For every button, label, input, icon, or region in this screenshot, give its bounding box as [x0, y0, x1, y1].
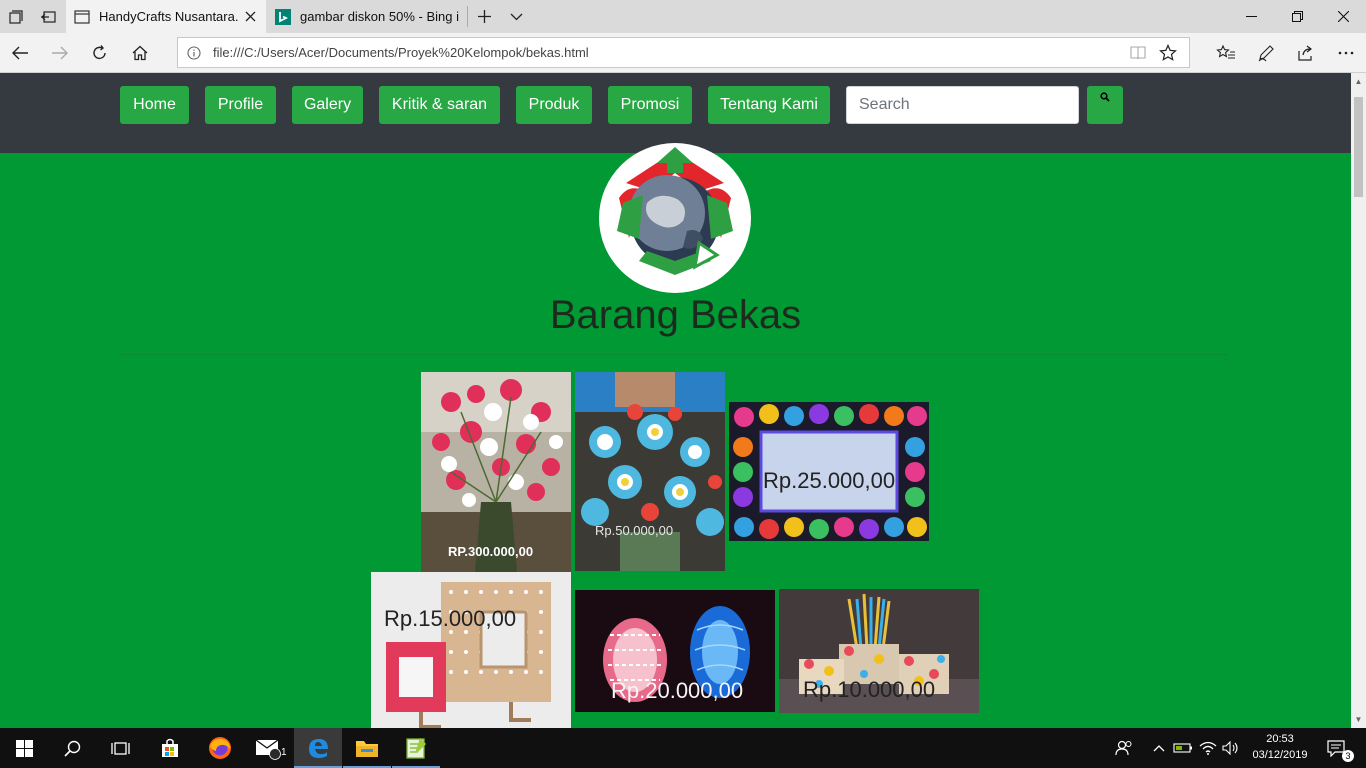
set-tabs-aside-icon[interactable]: [32, 0, 64, 33]
scroll-up-icon[interactable]: ▲: [1354, 77, 1363, 86]
volume-icon[interactable]: [1220, 728, 1242, 768]
nav-kritik-saran-button[interactable]: Kritik & saran: [379, 86, 500, 124]
page-title: Barang Bekas: [549, 293, 802, 337]
reading-view-icon[interactable]: [1129, 44, 1147, 62]
wooden-frame-image: [371, 572, 571, 728]
back-icon[interactable]: [0, 33, 40, 73]
product-price: Rp.25.000,00: [763, 468, 896, 493]
product-price: RP.300.000,00: [448, 544, 534, 559]
tab-title: gambar diskon 50% - Bing i: [300, 9, 459, 24]
product-price: Rp.20.000,00: [611, 678, 744, 703]
product-spoon-lamp[interactable]: Rp.20.000,00: [575, 590, 775, 712]
bing-icon: [275, 8, 291, 25]
system-clock[interactable]: 20:53 03/12/2019: [1243, 731, 1317, 763]
nav-galery-button[interactable]: Galery: [292, 86, 363, 124]
product-price: Rp.15.000,00: [384, 606, 517, 631]
address-text[interactable]: file:///C:/Users/Acer/Documents/Proyek%2…: [213, 45, 589, 60]
firefox-icon[interactable]: [196, 728, 244, 768]
page-viewport: Home Profile Galery Kritik & saran Produ…: [0, 73, 1351, 728]
notepad-plus-icon[interactable]: [392, 728, 440, 768]
search-icon[interactable]: [48, 728, 96, 768]
new-tab-icon[interactable]: [468, 0, 500, 33]
wifi-icon[interactable]: [1196, 728, 1220, 768]
nav-promosi-button[interactable]: Promosi: [608, 86, 692, 124]
search-input[interactable]: [846, 86, 1079, 124]
close-window-icon[interactable]: [1320, 0, 1366, 33]
mail-icon[interactable]: 1: [244, 728, 292, 768]
product-wooden-photo-frame[interactable]: Rp.15.000,00: [371, 572, 571, 728]
tab-bing[interactable]: gambar diskon 50% - Bing i: [267, 0, 467, 33]
browser-tab-strip: HandyCrafts Nusantara. gambar diskon 50%…: [0, 0, 1366, 33]
scroll-down-icon[interactable]: ▼: [1354, 715, 1363, 724]
more-menu-icon[interactable]: [1326, 33, 1366, 73]
tab-preview-icon[interactable]: [0, 0, 32, 33]
scrollbar-thumb[interactable]: [1354, 97, 1363, 197]
restore-icon[interactable]: [1274, 0, 1320, 33]
people-icon[interactable]: [1110, 728, 1138, 768]
favorites-hub-icon[interactable]: [1206, 33, 1246, 73]
search-button[interactable]: [1087, 86, 1123, 124]
share-icon[interactable]: [1286, 33, 1326, 73]
battery-icon[interactable]: [1172, 728, 1194, 768]
product-bottle-flower-bouquet[interactable]: Rp.50.000,00: [575, 372, 725, 571]
task-view-icon[interactable]: [96, 728, 144, 768]
search-icon: [1100, 92, 1110, 102]
mail-badge: 1: [281, 747, 287, 758]
product-flower-vase[interactable]: RP.300.000,00: [421, 372, 571, 572]
close-tab-icon[interactable]: [242, 8, 258, 24]
site-navbar: Home Profile Galery Kritik & saran Produ…: [0, 73, 1351, 153]
tab-list-chevron-icon[interactable]: [500, 0, 532, 33]
action-center-icon[interactable]: 3: [1318, 728, 1354, 768]
notification-count-badge: 3: [1342, 750, 1354, 762]
recycle-globe-logo: [599, 143, 751, 293]
edge-icon[interactable]: [294, 728, 342, 768]
home-icon[interactable]: [120, 33, 160, 73]
minimize-icon[interactable]: [1228, 0, 1274, 33]
tray-chevron-up-icon[interactable]: [1148, 728, 1170, 768]
page-scrollbar[interactable]: ▲ ▼: [1351, 73, 1366, 728]
store-icon[interactable]: [146, 728, 194, 768]
product-price: Rp.10.000,00: [803, 677, 936, 702]
address-bar[interactable]: file:///C:/Users/Acer/Documents/Proyek%2…: [177, 37, 1190, 68]
product-bottle-pencil-holder[interactable]: Rp.10.000,00: [779, 589, 979, 713]
nav-produk-button[interactable]: Produk: [516, 86, 592, 124]
info-icon[interactable]: [186, 45, 202, 61]
browser-toolbar: file:///C:/Users/Acer/Documents/Proyek%2…: [0, 33, 1366, 73]
web-note-pen-icon[interactable]: [1246, 33, 1286, 73]
title-divider: [120, 354, 1228, 355]
nav-tentang-kami-button[interactable]: Tentang Kami: [708, 86, 830, 124]
bottle-bouquet-image: [575, 372, 725, 571]
nav-profile-button[interactable]: Profile: [205, 86, 276, 124]
nav-home-button[interactable]: Home: [120, 86, 189, 124]
flower-vase-image: [421, 372, 571, 572]
page-icon: [74, 9, 90, 25]
tab-title: HandyCrafts Nusantara.: [99, 9, 239, 24]
product-quilling-photo-frame[interactable]: Rp.25.000,00: [729, 402, 929, 541]
start-windows-icon[interactable]: [0, 728, 48, 768]
file-explorer-icon[interactable]: [343, 728, 391, 768]
refresh-icon[interactable]: [80, 33, 120, 73]
favorite-star-icon[interactable]: [1159, 44, 1177, 62]
windows-taskbar: 1 20:53 03/12/2019 3: [0, 728, 1366, 768]
tab-handycrafts[interactable]: HandyCrafts Nusantara.: [66, 0, 266, 33]
product-price: Rp.50.000,00: [595, 523, 674, 538]
forward-icon[interactable]: [40, 33, 80, 73]
clock-time: 20:53: [1266, 733, 1294, 745]
clock-date: 03/12/2019: [1252, 749, 1308, 761]
